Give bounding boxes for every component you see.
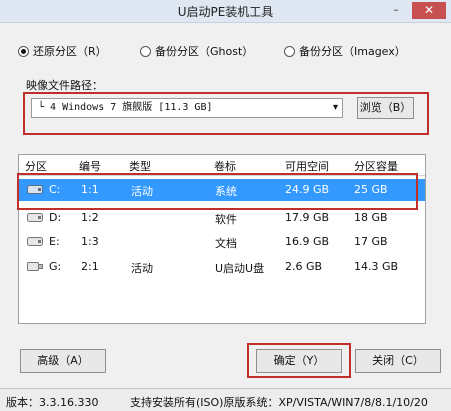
version-text: 版本：3.3.16.330: [6, 396, 99, 409]
cell-number: 2:1: [81, 260, 99, 273]
cell-number: 1:1: [81, 183, 99, 196]
partition-table[interactable]: 分区 编号 类型 卷标 可用空间 分区容量 C: 1:1 活动 系统 24.9 …: [18, 154, 426, 324]
hard-disk-icon: [27, 237, 43, 246]
ok-button[interactable]: 确定（Y）: [256, 349, 342, 373]
header-number: 编号: [79, 160, 101, 173]
image-path-value: └ 4 Windows 7 旗舰版 [11.3 GB]: [38, 102, 213, 113]
cell-number: 1:2: [81, 211, 99, 224]
table-row[interactable]: D: 1:2 软件 17.9 GB 18 GB: [19, 207, 425, 229]
table-row[interactable]: G: 2:1 活动 U启动U盘 2.6 GB 14.3 GB: [19, 256, 425, 278]
cell-type: 活动: [131, 262, 153, 275]
header-label: 卷标: [214, 160, 236, 173]
cell-label: U启动U盘: [215, 262, 265, 275]
header-partition: 分区: [25, 160, 47, 173]
hard-disk-icon: [27, 185, 43, 194]
cell-label: 系统: [215, 185, 237, 198]
radio-backup-imagex-label: 备份分区（Imagex）: [299, 45, 406, 58]
header-free: 可用空间: [285, 160, 329, 173]
minimize-button[interactable]: –: [385, 2, 407, 19]
image-path-select[interactable]: └ 4 Windows 7 旗舰版 [11.3 GB] ▾: [31, 98, 343, 118]
usb-drive-icon: [27, 262, 43, 271]
close-button[interactable]: 关闭（C）: [355, 349, 441, 373]
radio-backup-imagex[interactable]: 备份分区（Imagex）: [284, 43, 406, 59]
hard-disk-icon: [27, 213, 43, 222]
cell-size: 25 GB: [354, 183, 388, 196]
support-text: 支持安装所有(ISO)原版系统：XP/VISTA/WIN7/8/8.1/10/2…: [130, 396, 428, 409]
radio-restore[interactable]: 还原分区（R）: [18, 43, 107, 59]
cell-label: 文档: [215, 237, 237, 250]
cell-free: 2.6 GB: [285, 260, 323, 273]
radio-dot[interactable]: [284, 45, 295, 57]
advanced-button[interactable]: 高级（A）: [20, 349, 106, 373]
browse-button[interactable]: 浏览（B）: [357, 97, 414, 119]
cell-size: 17 GB: [354, 235, 388, 248]
radio-backup-ghost-label: 备份分区（Ghost）: [155, 45, 254, 58]
header-type: 类型: [129, 160, 151, 173]
cell-free: 17.9 GB: [285, 211, 330, 224]
cell-type: 活动: [131, 185, 153, 198]
cell-size: 18 GB: [354, 211, 388, 224]
table-row[interactable]: E: 1:3 文档 16.9 GB 17 GB: [19, 231, 425, 253]
cell-drive: E:: [49, 235, 60, 248]
radio-restore-label: 还原分区（R）: [33, 45, 107, 58]
cell-number: 1:3: [81, 235, 99, 248]
cell-drive: G:: [49, 260, 62, 273]
cell-drive: D:: [49, 211, 62, 224]
cell-drive: C:: [49, 183, 61, 196]
cell-free: 16.9 GB: [285, 235, 330, 248]
cell-size: 14.3 GB: [354, 260, 399, 273]
chevron-down-icon[interactable]: ▾: [333, 99, 338, 117]
title-bar: U启动PE装机工具 – ✕: [0, 0, 451, 23]
close-window-button[interactable]: ✕: [412, 2, 446, 19]
radio-backup-ghost[interactable]: 备份分区（Ghost）: [140, 43, 253, 59]
table-header: 分区 编号 类型 卷标 可用空间 分区容量: [19, 155, 425, 176]
table-row[interactable]: C: 1:1 活动 系统 24.9 GB 25 GB: [19, 179, 425, 201]
status-bar: 版本：3.3.16.330 支持安装所有(ISO)原版系统：XP/VISTA/W…: [0, 388, 451, 411]
image-path-label: 映像文件路径：: [26, 79, 103, 92]
cell-free: 24.9 GB: [285, 183, 330, 196]
window-title: U启动PE装机工具: [177, 5, 274, 19]
radio-dot-selected[interactable]: [18, 45, 29, 57]
header-size: 分区容量: [354, 160, 398, 173]
radio-dot[interactable]: [140, 45, 151, 57]
cell-label: 软件: [215, 213, 237, 226]
